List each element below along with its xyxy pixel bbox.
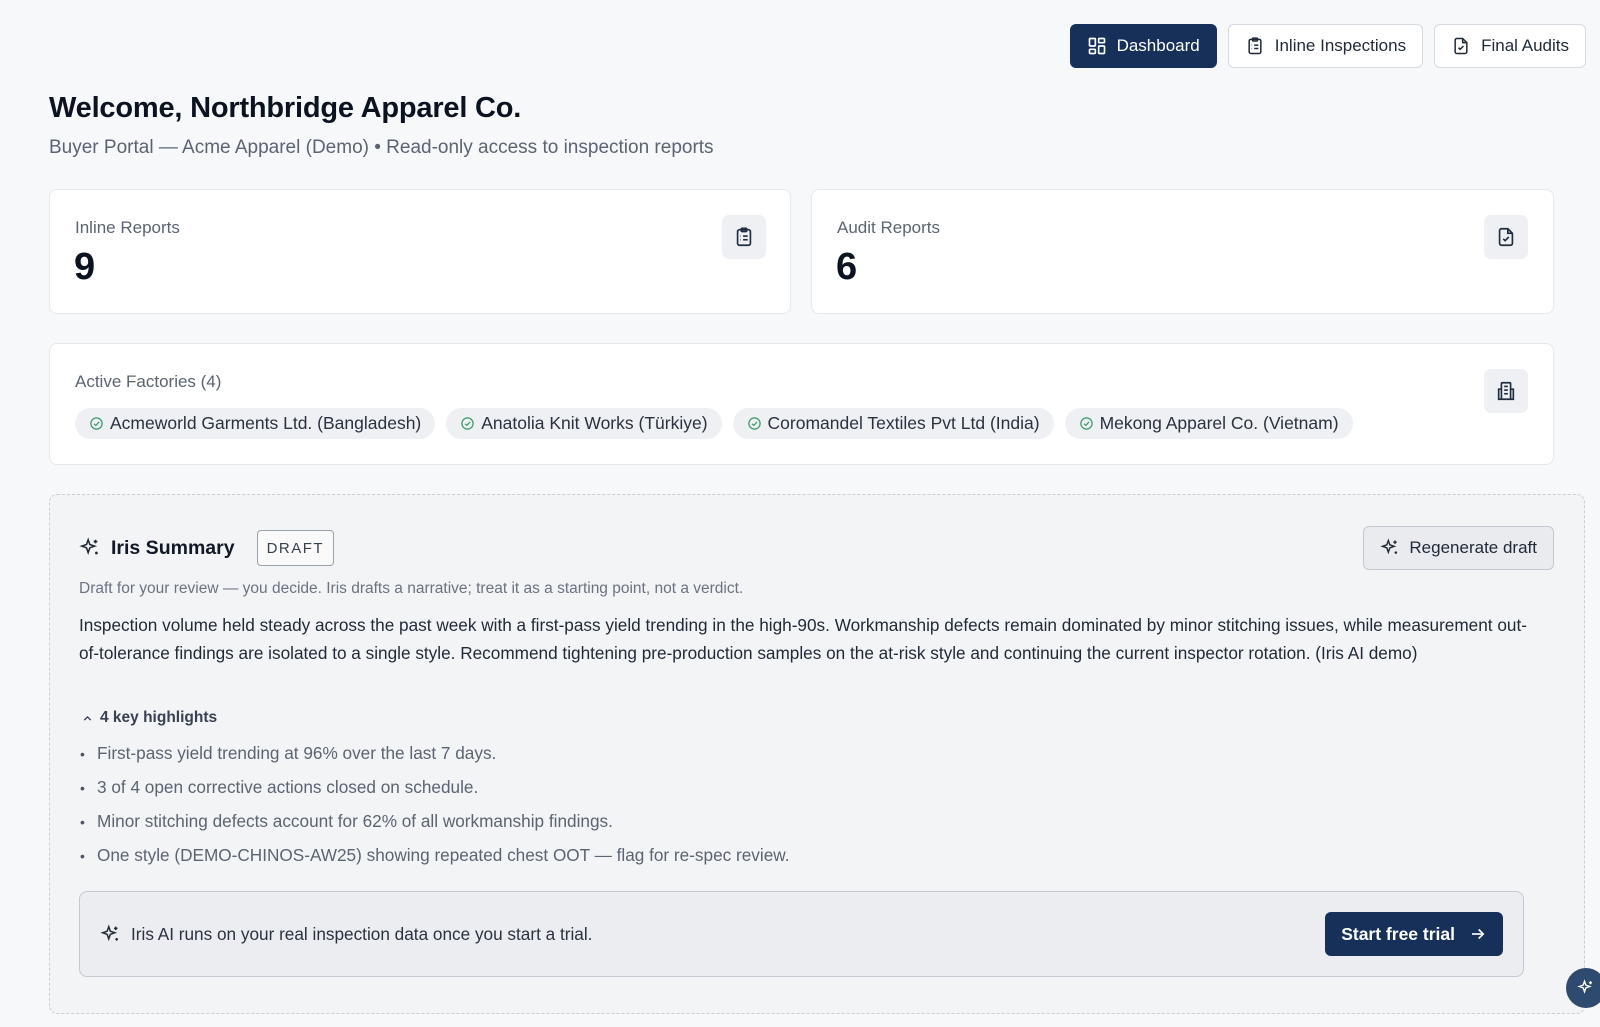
nav-inline-inspections-button[interactable]: Inline Inspections [1227, 24, 1424, 68]
factory-chip[interactable]: Coromandel Textiles Pvt Ltd (India) [732, 408, 1054, 439]
highlights-toggle[interactable]: 4 key highlights [81, 709, 217, 727]
inline-reports-label: Inline Reports [75, 218, 180, 237]
audit-reports-label: Audit Reports [837, 218, 940, 237]
sparkles-icon [100, 924, 118, 942]
trial-text-row: Iris AI runs on your real inspection dat… [100, 924, 592, 945]
iris-title: Iris Summary [111, 536, 235, 559]
check-circle-icon [90, 417, 103, 430]
list-item: • 3 of 4 open corrective actions closed o… [80, 777, 479, 797]
factory-chip[interactable]: Anatolia Knit Works (Türkiye) [446, 408, 722, 439]
nav-final-audits-button[interactable]: Final Audits [1434, 24, 1586, 68]
factory-chip-label: Coromandel Textiles Pvt Ltd (India) [767, 413, 1040, 433]
iris-narrative: Inspection volume held steady across the… [79, 615, 1527, 663]
arrow-right-icon [1472, 928, 1485, 940]
highlight-text: One style (DEMO-CHINOS-AW25) showing rep… [97, 845, 790, 865]
building-icon [1497, 381, 1515, 401]
iris-disclaimer: Draft for your review — you decide. Iris… [79, 580, 744, 597]
highlight-text: First-pass yield trending at 96% over th… [97, 743, 497, 763]
factories-icon-box [1484, 369, 1528, 413]
highlight-text: 3 of 4 open corrective actions closed on… [97, 777, 479, 797]
factory-chip[interactable]: Mekong Apparel Co. (Vietnam) [1064, 408, 1353, 439]
check-circle-icon [747, 417, 761, 430]
regenerate-draft-button[interactable]: Regenerate draft [1363, 526, 1554, 570]
page-subtitle: Buyer Portal — Acme Apparel (Demo) • Rea… [49, 137, 714, 158]
check-circle-icon [461, 417, 474, 430]
iris-title-row: Iris Summary DRAFT [79, 530, 335, 566]
file-check-icon [1498, 227, 1514, 247]
page-header: Welcome, Northbridge Apparel Co. Buyer P… [49, 92, 714, 159]
start-free-trial-label: Start free trial [1341, 923, 1455, 944]
page-title: Welcome, Northbridge Apparel Co. [49, 92, 522, 124]
trial-callout: Iris AI runs on your real inspection dat… [79, 891, 1524, 977]
sparkles-icon [1380, 538, 1398, 555]
factory-chips: Acmeworld Garments Ltd. (Bangladesh) Ana… [75, 408, 1353, 439]
inline-reports-card[interactable]: Inline Reports 9 [49, 189, 791, 314]
file-check-icon [1454, 37, 1468, 55]
regenerate-draft-label: Regenerate draft [1409, 538, 1537, 557]
highlights-toggle-label: 4 key highlights [100, 709, 218, 726]
inline-reports-icon-box [722, 215, 766, 259]
nav-dashboard-label: Dashboard [1116, 36, 1200, 55]
highlights-list: • First-pass yield trending at 96% over t… [80, 743, 790, 879]
factory-chip-label: Anatolia Knit Works (Türkiye) [481, 413, 708, 433]
trial-text: Iris AI runs on your real inspection dat… [131, 924, 593, 944]
assistant-fab-button[interactable] [1566, 968, 1600, 1008]
audit-reports-icon-box [1484, 215, 1528, 259]
top-nav: Dashboard Inline Inspections Final Audit… [1069, 24, 1586, 68]
nav-inline-inspections-label: Inline Inspections [1274, 36, 1407, 55]
chevron-up-icon [83, 715, 92, 721]
dashboard-grid-icon [1088, 37, 1105, 55]
check-circle-icon [1079, 417, 1093, 430]
sparkles-icon [79, 537, 98, 555]
factory-chip-label: Mekong Apparel Co. (Vietnam) [1099, 413, 1339, 433]
nav-dashboard-button[interactable]: Dashboard [1069, 24, 1217, 68]
highlight-text: Minor stitching defects account for 62% … [97, 811, 613, 831]
factory-chip-label: Acmeworld Garments Ltd. (Bangladesh) [110, 413, 422, 433]
audit-reports-card[interactable]: Audit Reports 6 [811, 189, 1554, 314]
nav-final-audits-label: Final Audits [1481, 36, 1569, 55]
factory-chip[interactable]: Acmeworld Garments Ltd. (Bangladesh) [75, 408, 436, 439]
iris-summary-panel: Iris Summary DRAFT Regenerate draft Draf… [49, 494, 1585, 1014]
sparkles-icon [1577, 979, 1592, 994]
inline-reports-value: 9 [74, 246, 96, 288]
draft-badge: DRAFT [256, 530, 335, 566]
start-free-trial-button[interactable]: Start free trial [1325, 912, 1503, 956]
list-item: • One style (DEMO-CHINOS-AW25) showing re… [80, 845, 790, 865]
clipboard-list-icon [736, 227, 752, 247]
clipboard-list-icon [1248, 37, 1262, 55]
audit-reports-value: 6 [836, 246, 858, 288]
list-item: • Minor stitching defects account for 62%… [80, 811, 613, 831]
active-factories-label: Active Factories (4) [75, 372, 222, 391]
list-item: • First-pass yield trending at 96% over t… [80, 743, 497, 763]
active-factories-card: Active Factories (4) Acmeworld Garments … [49, 343, 1554, 465]
